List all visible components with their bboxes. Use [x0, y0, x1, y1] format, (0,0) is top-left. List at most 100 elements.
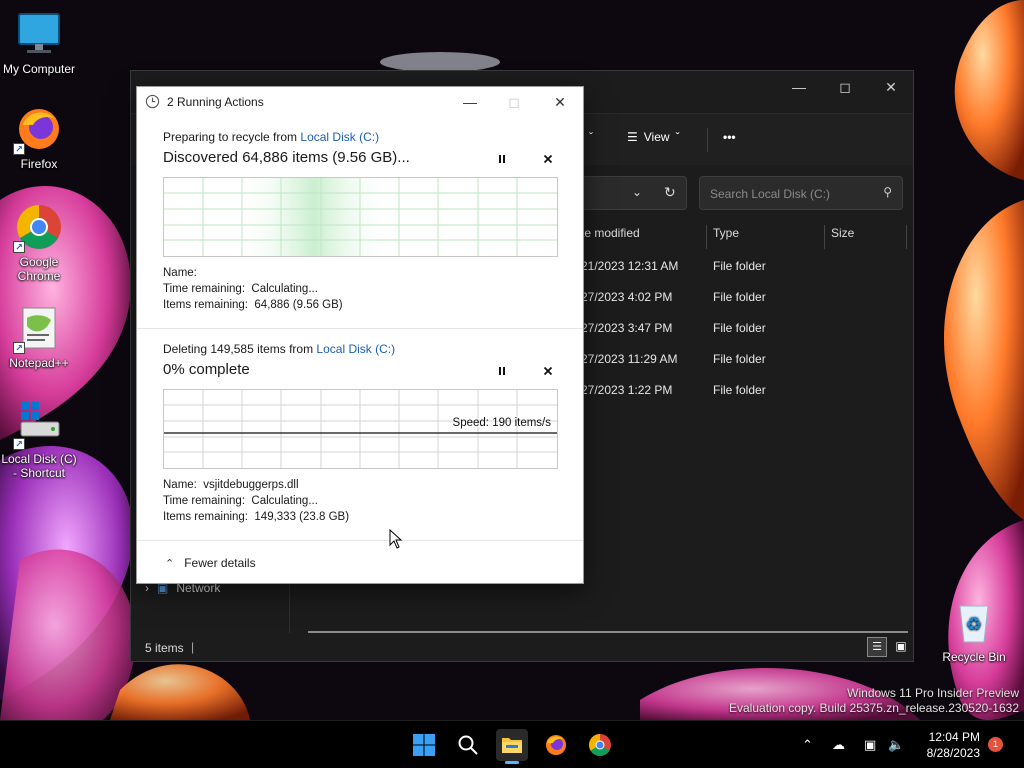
chrome-taskbar-button[interactable] — [584, 729, 616, 761]
recycle-bin-icon: ♻ — [950, 598, 998, 646]
row-type: File folder — [713, 290, 766, 304]
search-placeholder: Search Local Disk (C:) — [710, 187, 831, 201]
desktop-icon-recycle-bin[interactable]: ♻ Recycle Bin — [936, 598, 1012, 664]
cancel-button[interactable] — [540, 363, 556, 379]
detail-items-remaining: Items remaining: 149,333 (23.8 GB) — [163, 511, 350, 523]
maximize-button[interactable]: ◻ — [822, 71, 868, 103]
clock[interactable]: 12:04 PM 8/28/2023 — [916, 729, 980, 761]
pause-icon — [499, 155, 505, 163]
close-button[interactable]: ✕ — [868, 71, 914, 103]
clock-icon — [145, 94, 160, 112]
tiles-view-icon[interactable]: ▣ — [891, 637, 911, 657]
chevron-down-icon: ˇ — [589, 130, 593, 144]
column-header-type[interactable]: Type — [707, 225, 825, 249]
progress-graph: Speed: 190 items/s — [163, 389, 558, 469]
source-link[interactable]: Local Disk (C:) — [300, 130, 379, 144]
desktop-icon-label: Google Chrome — [17, 255, 61, 283]
dialog-titlebar[interactable]: 2 Running Actions — ◻ ✕ — [137, 87, 583, 117]
notification-badge[interactable]: 1 — [988, 737, 1003, 752]
minimize-button[interactable]: — — [776, 71, 822, 103]
notepad-plus-plus-icon: ↗ — [13, 304, 63, 354]
operation-divider — [137, 328, 583, 329]
refresh-icon[interactable]: ↻ — [664, 184, 676, 201]
search-button[interactable] — [452, 729, 484, 761]
search-icon — [458, 735, 478, 755]
desktop-icon-google-chrome[interactable]: ↗ Google Chrome — [1, 203, 77, 283]
search-input[interactable]: Search Local Disk (C:) ⚲ — [699, 176, 903, 210]
firefox-taskbar-button[interactable] — [540, 729, 572, 761]
status-separator: | — [191, 640, 195, 654]
watermark-build: Evaluation copy. Build 25375.zn_release.… — [729, 701, 1019, 715]
desktop-icon-firefox[interactable]: ↗ Firefox — [1, 105, 77, 171]
start-button[interactable] — [408, 729, 440, 761]
shortcut-arrow-icon: ↗ — [13, 342, 25, 354]
close-icon — [543, 154, 553, 164]
detail-time-remaining: Time remaining: Calculating... — [163, 283, 318, 295]
watermark-edition: Windows 11 Pro Insider Preview — [847, 686, 1019, 700]
operation-headline: Discovered 64,886 items (9.56 GB)... — [163, 149, 410, 166]
chrome-icon — [589, 734, 611, 756]
desktop-icon-label: Notepad++ — [9, 356, 69, 370]
chevron-up-icon[interactable]: ⌃ — [802, 737, 813, 753]
svg-text:♻: ♻ — [966, 614, 982, 635]
details-view-icon[interactable]: ☰ — [867, 637, 887, 657]
drive-icon: ↗ — [13, 400, 63, 450]
toolbar-divider — [707, 128, 708, 152]
desktop-icon-my-computer[interactable]: My Computer — [1, 10, 77, 76]
column-header-size[interactable]: Size — [825, 225, 907, 249]
monitor-icon — [15, 10, 63, 58]
chevron-down-icon[interactable]: ⌄ — [632, 185, 642, 199]
running-actions-dialog[interactable]: 2 Running Actions — ◻ ✕ Preparing to rec… — [136, 86, 584, 584]
operation-headline: 0% complete — [163, 361, 250, 378]
chrome-icon: ↗ — [13, 203, 63, 253]
file-explorer-taskbar-button[interactable] — [496, 729, 528, 764]
cloud-offline-icon[interactable]: ☁ — [832, 737, 845, 753]
row-modified: 27/2023 1:22 PM — [581, 383, 673, 397]
column-header-date-modified[interactable]: te modified — [575, 225, 707, 249]
clock-date: 8/28/2023 — [926, 746, 980, 760]
sort-dropdown-button[interactable]: ˇ — [589, 130, 593, 144]
detail-items-remaining: Items remaining: 64,886 (9.56 GB) — [163, 299, 343, 311]
taskbar: ⌃ ☁ ▣ 🔈 12:04 PM 8/28/2023 1 — [0, 720, 1024, 768]
maximize-button[interactable]: ◻ — [491, 91, 537, 113]
pause-button[interactable] — [494, 363, 510, 379]
chevron-up-icon: ⌃ — [165, 557, 175, 570]
active-indicator — [505, 761, 519, 764]
desktop-icon-local-disk-shortcut[interactable]: ↗ Local Disk (C) - Shortcut — [1, 400, 77, 480]
minimize-button[interactable]: — — [447, 91, 493, 113]
clock-time: 12:04 PM — [928, 730, 980, 744]
desktop-icon-label: My Computer — [2, 62, 76, 76]
cancel-button[interactable] — [540, 151, 556, 167]
desktop-icon-notepad-plus-plus[interactable]: ↗ Notepad++ — [1, 304, 77, 370]
volume-icon[interactable]: 🔈 — [888, 737, 904, 753]
chevron-down-icon: ˇ — [675, 130, 680, 144]
status-item-count: 5 items — [145, 641, 184, 655]
detail-name: Name: vsjitdebuggerps.dll — [163, 479, 299, 491]
pause-icon — [499, 367, 505, 375]
row-modified: 27/2023 4:02 PM — [581, 290, 673, 304]
row-type: File folder — [713, 259, 766, 273]
view-button[interactable]: ☰ View ˇ — [627, 130, 680, 144]
shortcut-arrow-icon: ↗ — [13, 143, 25, 155]
pause-button[interactable] — [494, 151, 510, 167]
close-icon — [543, 366, 553, 376]
footer-divider — [137, 540, 583, 541]
address-bar[interactable]: ⌄ ↻ — [571, 176, 687, 210]
desktop-icon-label: Firefox — [20, 157, 58, 171]
firefox-icon: ↗ — [13, 105, 63, 155]
network-icon[interactable]: ▣ — [864, 737, 876, 753]
fewer-details-button[interactable]: ⌃ Fewer details — [165, 556, 256, 570]
view-button-label: View — [643, 130, 670, 144]
row-type: File folder — [713, 383, 766, 397]
source-link[interactable]: Local Disk (C:) — [316, 342, 395, 356]
more-options-button[interactable]: ••• — [723, 130, 736, 144]
speed-label: Speed: 190 items/s — [452, 417, 551, 429]
row-modified: 21/2023 12:31 AM — [581, 259, 679, 273]
operation-subtitle: Preparing to recycle from Local Disk (C:… — [163, 130, 380, 144]
close-button[interactable]: ✕ — [537, 91, 583, 113]
more-options-label: ••• — [723, 130, 736, 144]
progress-graph — [163, 177, 558, 257]
status-bar: 5 items | ☰ ▣ — [131, 633, 913, 661]
row-type: File folder — [713, 352, 766, 366]
detail-time-remaining: Time remaining: Calculating... — [163, 495, 318, 507]
